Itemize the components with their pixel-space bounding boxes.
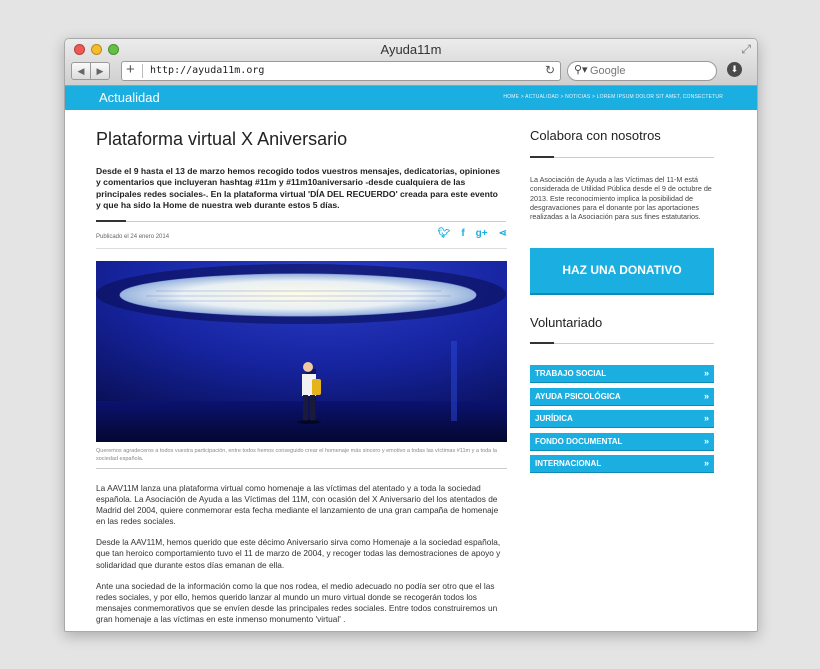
image-caption: Queremos agradeceros a todos vuestra par…: [96, 448, 497, 462]
volunteer-item-label: TRABAJO SOCIAL: [535, 369, 607, 378]
chevron-right-icon: »: [703, 413, 709, 423]
divider: [554, 343, 714, 344]
divider: [126, 221, 506, 222]
search-field[interactable]: ⚲▾ Google: [567, 61, 717, 81]
divider: [96, 248, 507, 249]
publish-date: Publicado el 24 enero 2014: [96, 234, 170, 240]
memorial-photo: [96, 261, 507, 442]
chevron-right-icon: »: [703, 458, 709, 468]
volunteer-title: Voluntariado: [530, 315, 603, 330]
chevron-right-icon: »: [703, 435, 709, 446]
add-bookmark-icon[interactable]: +: [126, 61, 135, 79]
article-lead: Desde el 9 hasta el 13 de marzo hemos re…: [96, 166, 501, 210]
search-icon: ⚲▾: [574, 64, 588, 76]
nav-buttons: ◀ ▶: [71, 62, 110, 80]
site-header: Actualidad HOME > ACTUALIDAD > NOTICIAS …: [65, 86, 757, 110]
chevron-right-icon: »: [703, 368, 709, 378]
breadcrumb[interactable]: HOME > ACTUALIDAD > NOTICIAS > LOREM IPS…: [503, 94, 723, 100]
article-paragraph: Ante una sociedad de la información como…: [96, 580, 498, 624]
divider: [530, 342, 554, 344]
share-icon[interactable]: ⋖: [499, 228, 507, 239]
collab-text: La Asociación de Ayuda a las Víctimas de…: [530, 175, 712, 222]
volunteer-item-ayuda-psicologica[interactable]: AYUDA PSICOLÓGICA »: [530, 387, 714, 405]
collab-title: Colabora con nosotros: [530, 128, 661, 143]
url-text[interactable]: http://ayuda11m.org: [150, 65, 264, 76]
volunteer-item-fondo-documental[interactable]: FONDO DOCUMENTAL »: [530, 432, 714, 450]
fullscreen-icon[interactable]: ⤢: [741, 42, 751, 57]
volunteer-item-label: AYUDA PSICOLÓGICA: [535, 391, 621, 401]
divider: [554, 157, 714, 158]
volunteer-item-juridica[interactable]: JURÍDICA »: [530, 410, 714, 427]
article-paragraph: Desde la AAV11M, hemos querido que este …: [96, 537, 501, 570]
reload-icon[interactable]: ↻: [545, 63, 555, 77]
volunteer-item-trabajo-social[interactable]: TRABAJO SOCIAL »: [530, 365, 714, 382]
article-title: Plataforma virtual X Aniversario: [96, 129, 348, 149]
share-bar: 🐦︎ f g+ ⋖: [438, 228, 507, 239]
article-body: La AAV11M lanza una plataforma virtual c…: [96, 483, 507, 631]
volunteer-item-internacional[interactable]: INTERNACIONAL »: [530, 455, 714, 472]
article-image: [96, 261, 507, 442]
section-title: Actualidad: [99, 90, 160, 105]
volunteer-item-label: INTERNACIONAL: [535, 459, 602, 468]
address-bar[interactable]: + http://ayuda11m.org ↻: [121, 61, 561, 81]
search-placeholder: Google: [590, 65, 626, 77]
window-title: Ayuda11m: [380, 42, 442, 57]
back-button[interactable]: ◀: [72, 63, 90, 79]
browser-window: Ayuda11m ⤢ ◀ ▶ + http://ayuda11m.org ↻ ⚲…: [64, 38, 758, 632]
donate-button[interactable]: HAZ UNA DONATIVO: [530, 248, 714, 293]
divider: [96, 468, 507, 469]
volunteer-menu: TRABAJO SOCIAL » AYUDA PSICOLÓGICA » JURÍD…: [530, 365, 714, 478]
chevron-right-icon: »: [703, 390, 709, 401]
twitter-icon[interactable]: 🐦︎: [438, 228, 451, 239]
volunteer-item-label: FONDO DOCUMENTAL: [535, 436, 623, 446]
forward-button[interactable]: ▶: [90, 63, 109, 79]
volunteer-item-label: JURÍDICA: [535, 414, 573, 423]
downloads-icon[interactable]: ⬇: [727, 62, 742, 77]
divider: [142, 64, 143, 78]
browser-toolbar: Ayuda11m ⤢ ◀ ▶ + http://ayuda11m.org ↻ ⚲…: [65, 39, 757, 86]
google-plus-icon[interactable]: g+: [476, 228, 488, 239]
divider: [96, 220, 126, 222]
facebook-icon[interactable]: f: [461, 228, 464, 239]
article-paragraph: La AAV11M lanza una plataforma virtual c…: [96, 483, 499, 527]
divider: [530, 156, 554, 158]
